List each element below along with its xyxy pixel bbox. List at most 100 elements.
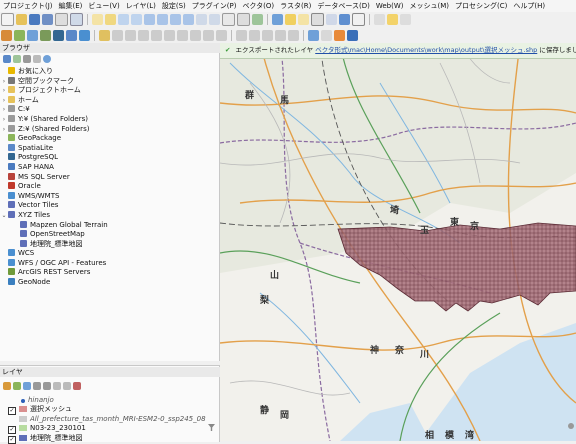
browser-item[interactable]: お気に入り: [0, 67, 219, 77]
new-map-view-icon[interactable]: [222, 13, 235, 26]
show-hide-label-icon[interactable]: [262, 30, 273, 41]
layout-manager-icon[interactable]: [70, 13, 83, 26]
plugin-b-icon[interactable]: [321, 30, 332, 41]
menu-item-11[interactable]: プロセシング(C): [452, 1, 510, 11]
browser-item[interactable]: › Y:¥ (Shared Folders): [0, 114, 219, 125]
browser-item[interactable]: ⌄ XYZ Tiles: [0, 210, 219, 221]
pencil-icon[interactable]: [99, 30, 110, 41]
menu-item-4[interactable]: 設定(S): [159, 1, 189, 11]
map-canvas[interactable]: 群馬埼玉 東京山梨神 奈 川静岡相模湾: [220, 43, 576, 441]
browser-item[interactable]: WMS/WMTS: [0, 191, 219, 202]
identify-icon[interactable]: [272, 14, 283, 25]
plugin-c-icon[interactable]: [334, 30, 345, 41]
digitize-icon[interactable]: [125, 30, 136, 41]
field-calculator-icon[interactable]: [326, 14, 337, 25]
zoom-native-icon[interactable]: [183, 14, 194, 25]
expand-arrow-icon[interactable]: ›: [0, 96, 8, 106]
pan-to-selection-icon[interactable]: [105, 14, 116, 25]
open-project-icon[interactable]: [16, 14, 27, 25]
expand-arrow-icon[interactable]: ›: [0, 77, 8, 87]
collapse-all-icon[interactable]: [33, 55, 41, 63]
menu-item-7[interactable]: ラスタ(R): [277, 1, 314, 11]
add-group-icon[interactable]: [13, 382, 21, 390]
browser-item[interactable]: WCS: [0, 249, 219, 259]
browser-item[interactable]: OpenStreetMap: [0, 230, 219, 240]
browser-item[interactable]: › ホーム: [0, 95, 219, 106]
paste-icon[interactable]: [190, 30, 201, 41]
zoom-selection-icon[interactable]: [157, 14, 168, 25]
browser-item[interactable]: ArcGIS REST Servers: [0, 268, 219, 278]
undo-icon[interactable]: [203, 30, 214, 41]
filter-by-expression-icon[interactable]: [43, 382, 51, 390]
collapse-all-icon[interactable]: [63, 382, 71, 390]
deselect-icon[interactable]: [298, 14, 309, 25]
message-path-link[interactable]: ベクタ形式\mac\Home\Documents\work\map\output…: [315, 46, 537, 54]
expand-all-icon[interactable]: [53, 382, 61, 390]
python-console-icon[interactable]: [347, 30, 358, 41]
pin-label-icon[interactable]: [249, 30, 260, 41]
map-scroll-handle[interactable]: [568, 423, 574, 429]
browser-item[interactable]: GeoPackage: [0, 134, 219, 144]
expand-arrow-icon[interactable]: ›: [0, 115, 8, 125]
label-icon[interactable]: [400, 14, 411, 25]
attribute-table-icon[interactable]: [311, 13, 324, 26]
zoom-in-icon[interactable]: [118, 14, 129, 25]
expand-arrow-icon[interactable]: ›: [0, 125, 8, 135]
info-icon[interactable]: [43, 55, 51, 63]
annotation-icon[interactable]: [387, 14, 398, 25]
save-as-icon[interactable]: [42, 14, 53, 25]
cut-icon[interactable]: [164, 30, 175, 41]
menu-item-0[interactable]: プロジェクト(J): [0, 1, 56, 11]
add-csv-icon[interactable]: [66, 30, 77, 41]
layer-visibility-checkbox[interactable]: ✓: [8, 435, 16, 444]
menu-item-1[interactable]: 編集(E): [56, 1, 86, 11]
data-source-manager-icon[interactable]: [1, 30, 12, 41]
add-mesh-icon[interactable]: [53, 30, 64, 41]
new-project-icon[interactable]: [1, 13, 14, 26]
expand-arrow-icon[interactable]: ›: [0, 86, 8, 96]
open-layer-styling-icon[interactable]: [3, 382, 11, 390]
browser-item[interactable]: Mapzen Global Terrain: [0, 220, 219, 231]
browser-item[interactable]: › プロジェクトホーム: [0, 86, 219, 96]
save-project-icon[interactable]: [29, 14, 40, 25]
browser-item[interactable]: PostgreSQL: [0, 153, 219, 163]
add-selected-layers-icon[interactable]: [3, 55, 11, 63]
save-edits-icon[interactable]: [112, 30, 123, 41]
plugin-a-icon[interactable]: [308, 30, 319, 41]
browser-item[interactable]: Oracle: [0, 182, 219, 192]
move-label-icon[interactable]: [275, 30, 286, 41]
menu-item-3[interactable]: レイヤ(L): [123, 1, 159, 11]
add-raster-icon[interactable]: [40, 30, 51, 41]
expand-arrow-icon[interactable]: ⌄: [0, 211, 8, 221]
browser-item[interactable]: WFS / OGC API - Features: [0, 258, 219, 269]
select-features-icon[interactable]: [285, 14, 296, 25]
menu-item-5[interactable]: プラグイン(P): [189, 1, 240, 11]
browser-item[interactable]: MS SQL Server: [0, 172, 219, 183]
browser-item[interactable]: SpatiaLite: [0, 143, 219, 154]
zoom-layer-icon[interactable]: [170, 14, 181, 25]
delete-selected-icon[interactable]: [151, 30, 162, 41]
rotate-label-icon[interactable]: [288, 30, 299, 41]
menu-item-8[interactable]: データベース(D): [314, 1, 373, 11]
temporal-icon[interactable]: [237, 13, 250, 26]
manage-map-themes-icon[interactable]: [23, 382, 31, 390]
vertex-tool-icon[interactable]: [138, 30, 149, 41]
refresh-icon[interactable]: [252, 14, 263, 25]
zoom-out-icon[interactable]: [131, 14, 142, 25]
expand-arrow-icon[interactable]: ›: [0, 105, 8, 115]
measure-icon[interactable]: [374, 14, 385, 25]
refresh-icon[interactable]: [13, 55, 21, 63]
zoom-full-icon[interactable]: [144, 14, 155, 25]
print-layout-icon[interactable]: [55, 13, 68, 26]
browser-item[interactable]: 地理院_標準地図: [0, 239, 219, 250]
menu-item-2[interactable]: ビュー(V): [85, 1, 122, 11]
statistics-icon[interactable]: [352, 13, 365, 26]
new-layer-icon[interactable]: [14, 30, 25, 41]
browser-item[interactable]: › 空間ブックマーク: [0, 76, 219, 87]
pan-icon[interactable]: [92, 14, 103, 25]
menu-item-10[interactable]: メッシュ(M): [407, 1, 453, 11]
remove-layer-icon[interactable]: [73, 382, 81, 390]
copy-icon[interactable]: [177, 30, 188, 41]
browser-item[interactable]: SAP HANA: [0, 162, 219, 173]
browser-item[interactable]: GeoNode: [0, 278, 219, 288]
